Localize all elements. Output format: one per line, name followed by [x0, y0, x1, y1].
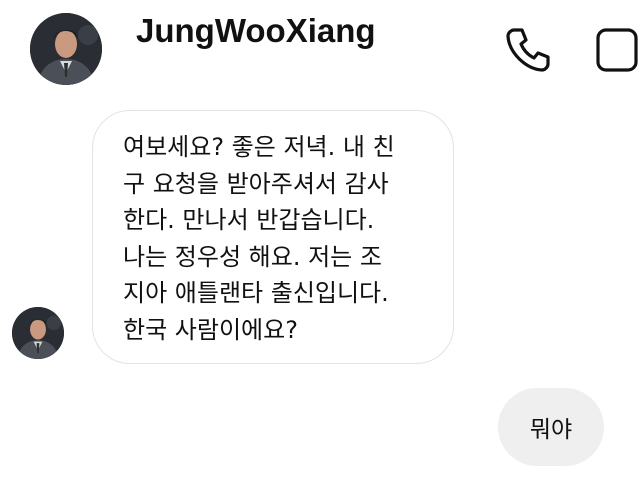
- outgoing-message-bubble[interactable]: 뭐야: [498, 388, 604, 466]
- outgoing-message-text: 뭐야: [529, 417, 573, 443]
- header-avatar[interactable]: [30, 13, 102, 85]
- profile-photo-icon: [12, 307, 64, 359]
- phone-icon[interactable]: [504, 26, 552, 74]
- contact-username[interactable]: JungWooXiang: [136, 10, 376, 52]
- incoming-message-bubble[interactable]: 여보세요? 좋은 저녁. 내 친 구 요청을 받아주셔서 감사 한다. 만나서 …: [92, 110, 454, 364]
- video-icon[interactable]: [596, 26, 640, 74]
- incoming-message-text: 여보세요? 좋은 저녁. 내 친 구 요청을 받아주셔서 감사 한다. 만나서 …: [123, 133, 395, 344]
- profile-photo-icon: [30, 13, 102, 85]
- sender-avatar[interactable]: [12, 307, 64, 359]
